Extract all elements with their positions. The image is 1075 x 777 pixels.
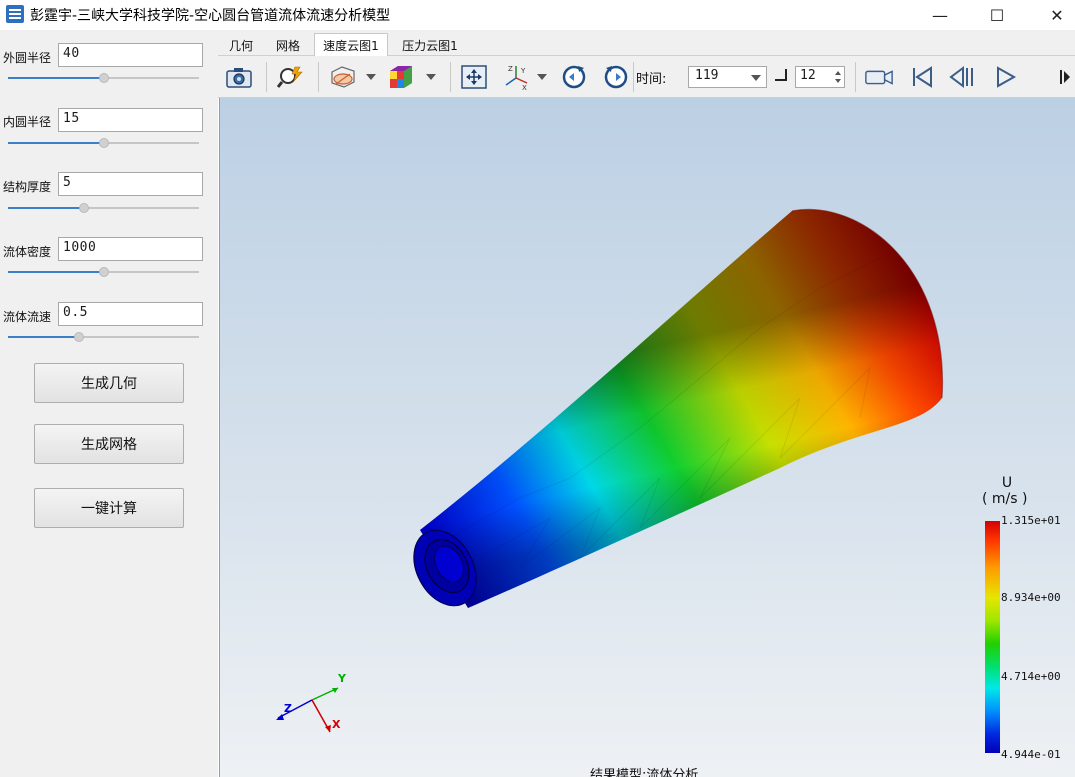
chevron-down-icon[interactable]: [426, 74, 436, 80]
legend-tick-min: 4.944e-01: [1001, 748, 1061, 761]
step-value: 12: [800, 68, 816, 83]
camera-icon[interactable]: [224, 63, 254, 91]
legend-unit: ( m/s ): [982, 491, 1028, 507]
time-value: 119: [695, 68, 719, 83]
rotate-cw-icon[interactable]: [601, 63, 631, 91]
fluid-density-slider[interactable]: [8, 266, 199, 278]
outer-radius-input[interactable]: 40: [58, 43, 203, 67]
app-icon: [6, 5, 24, 23]
inner-radius-slider[interactable]: [8, 137, 199, 149]
first-frame-icon[interactable]: [907, 63, 937, 91]
axes-triad: Y X Z: [276, 672, 347, 733]
axis-x-label: X: [332, 718, 341, 731]
prev-frame-icon[interactable]: [947, 63, 977, 91]
fluid-density-input[interactable]: 1000: [58, 237, 203, 261]
legend-tick-max: 1.315e+01: [1001, 514, 1061, 527]
spin-up-icon[interactable]: [835, 71, 841, 75]
legend-tick-2: 8.934e+00: [1001, 591, 1061, 604]
inner-radius-label: 内圆半径: [3, 115, 52, 129]
thickness-input[interactable]: 5: [58, 172, 203, 196]
svg-text:X: X: [522, 84, 527, 91]
cube-render-icon[interactable]: [386, 63, 416, 91]
rotate-ccw-icon[interactable]: [559, 63, 589, 91]
axis-y-label: Y: [337, 672, 347, 685]
render-viewport[interactable]: Y X Z U ( m/s ) 1.315e+01 8.934e+00 4.71…: [219, 98, 1075, 777]
generate-mesh-button[interactable]: 生成网格: [34, 424, 184, 464]
slider-thumb[interactable]: [98, 73, 109, 83]
close-button[interactable]: ✕: [1034, 0, 1075, 30]
color-legend-bar: [985, 521, 1000, 753]
chevron-down-icon[interactable]: [751, 75, 761, 81]
result-model-label: 结果模型:流体分析: [590, 768, 699, 777]
step-spinbox[interactable]: 12: [795, 66, 845, 88]
fluid-velocity-label: 流体流速: [3, 310, 52, 324]
slider-thumb[interactable]: [73, 332, 84, 342]
tab-pressure-contour[interactable]: 压力云图1: [394, 34, 466, 56]
fluid-velocity-slider[interactable]: [8, 331, 199, 343]
magnify-icon[interactable]: [276, 63, 306, 91]
title-bar: 彭霆宇-三峡大学科技学院-空心圆台管道流体流速分析模型 — ☐ ✕: [0, 0, 1075, 30]
fluid-density-label: 流体密度: [3, 245, 52, 259]
minimize-button[interactable]: —: [917, 0, 963, 30]
record-icon[interactable]: [864, 63, 894, 91]
surface-slice-icon[interactable]: [328, 63, 358, 91]
compute-button[interactable]: 一键计算: [34, 488, 184, 528]
time-select[interactable]: 119: [688, 66, 767, 88]
maximize-button[interactable]: ☐: [974, 0, 1020, 30]
window-title: 彭霆宇-三峡大学科技学院-空心圆台管道流体流速分析模型: [30, 8, 391, 24]
axes-icon[interactable]: ZY X: [502, 63, 532, 91]
toolbar: ZY X 时间: 119 12: [218, 56, 1075, 98]
thickness-label: 结构厚度: [3, 180, 52, 194]
tab-bar: 几何 网格 速度云图1 压力云图1: [218, 30, 1075, 57]
thickness-slider[interactable]: [8, 202, 199, 214]
legend-title: U: [1001, 475, 1013, 491]
outer-radius-label: 外圆半径: [3, 51, 52, 65]
play-icon[interactable]: [990, 63, 1020, 91]
svg-text:Z: Z: [508, 65, 513, 73]
chevron-down-icon[interactable]: [366, 74, 376, 80]
fluid-velocity-input[interactable]: 0.5: [58, 302, 203, 326]
tab-mesh[interactable]: 网格: [268, 34, 308, 56]
generate-geometry-button[interactable]: 生成几何: [34, 363, 184, 403]
axis-z-label: Z: [284, 702, 292, 715]
tab-velocity-contour[interactable]: 速度云图1: [314, 33, 388, 57]
inner-radius-input[interactable]: 15: [58, 108, 203, 132]
step-icon: [775, 69, 787, 81]
chevron-down-icon[interactable]: [537, 74, 547, 80]
spin-down-icon[interactable]: [835, 79, 841, 83]
slider-thumb[interactable]: [79, 203, 90, 213]
tab-geometry[interactable]: 几何: [222, 34, 260, 56]
legend-tick-3: 4.714e+00: [1001, 670, 1061, 683]
time-label: 时间:: [636, 72, 667, 87]
slider-thumb[interactable]: [98, 267, 109, 277]
more-icon[interactable]: [1054, 63, 1074, 91]
slider-thumb[interactable]: [98, 138, 109, 148]
outer-radius-slider[interactable]: [8, 72, 199, 84]
parameter-panel: 外圆半径 40 内圆半径 15 结构厚度 5 流体密度 1000 流体流速 0.…: [0, 30, 218, 777]
fit-view-icon[interactable]: [459, 63, 489, 91]
svg-text:Y: Y: [520, 67, 526, 75]
